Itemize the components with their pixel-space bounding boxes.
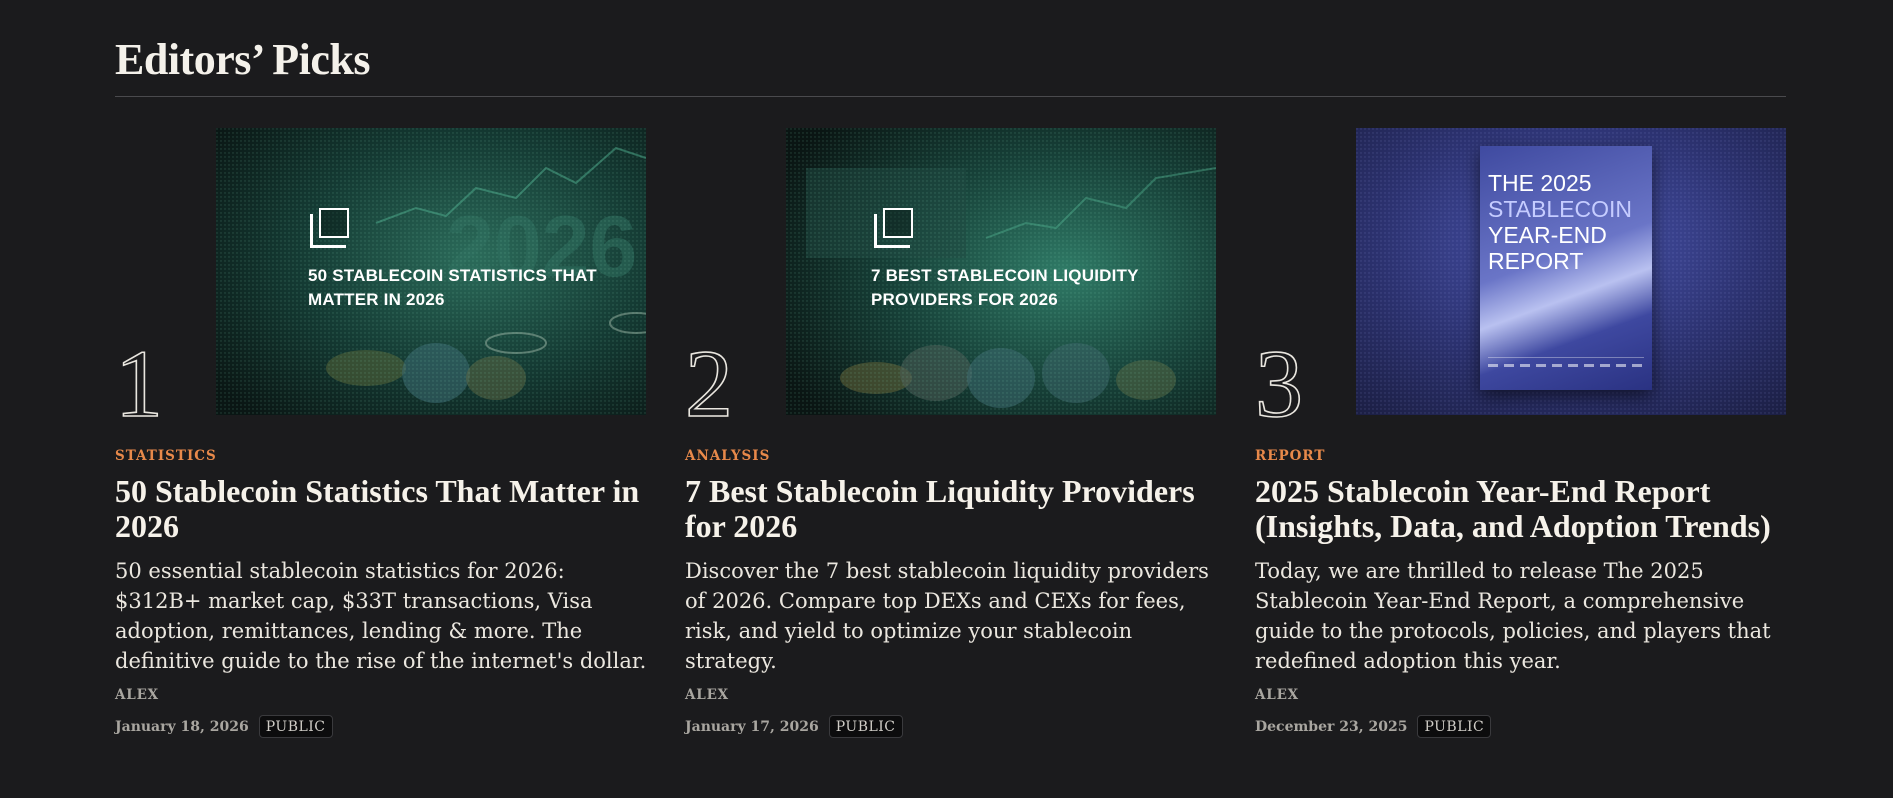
article-title-link[interactable]: 50 Stablecoin Statistics That Matter in … bbox=[115, 474, 655, 544]
thumbnail-caption: 50 STABLECOIN STATISTICS THAT MATTER IN … bbox=[308, 266, 597, 309]
article-meta: December 23, 2025 PUBLIC bbox=[1255, 715, 1492, 738]
rank-number: 3 bbox=[1254, 330, 1304, 437]
report-cover-title: THE 2025 STABLECOIN YEAR-END REPORT bbox=[1488, 170, 1632, 274]
thumbnail-caption: 7 BEST STABLECOIN LIQUIDITY PROVIDERS FO… bbox=[871, 266, 1139, 309]
visibility-badge: PUBLIC bbox=[828, 715, 903, 738]
publish-date: December 23, 2025 bbox=[1255, 718, 1408, 735]
brand-logo-icon bbox=[310, 208, 349, 248]
article-title-link[interactable]: 2025 Stablecoin Year-End Report (Insight… bbox=[1255, 474, 1795, 544]
partner-logos-strip bbox=[1488, 357, 1644, 380]
article-thumbnail[interactable]: 2026 50 STABLECOIN STATISTICS THAT MATTE… bbox=[216, 128, 646, 415]
publish-date: January 18, 2026 bbox=[115, 718, 249, 735]
author-name[interactable]: ALEX bbox=[1255, 687, 1299, 703]
brand-logo-icon bbox=[874, 208, 913, 248]
report-cover-image: THE 2025 STABLECOIN YEAR-END REPORT bbox=[1480, 146, 1652, 390]
article-meta: January 17, 2026 PUBLIC bbox=[685, 715, 903, 738]
article-card-3: 3 THE 2025 STABLECOIN YEAR-END REPORT RE… bbox=[1254, 128, 1795, 748]
article-card-1: 1 2026 bbox=[114, 128, 655, 748]
article-excerpt: 50 essential stablecoin statistics for 2… bbox=[115, 559, 647, 673]
category-label[interactable]: STATISTICS bbox=[115, 448, 217, 464]
article-excerpt: Today, we are thrilled to release The 20… bbox=[1255, 559, 1771, 673]
section-title: Editors’ Picks bbox=[115, 35, 370, 84]
rank-number: 2 bbox=[684, 330, 734, 437]
article-thumbnail[interactable]: THE 2025 STABLECOIN YEAR-END REPORT bbox=[1356, 128, 1786, 415]
category-label[interactable]: REPORT bbox=[1255, 448, 1325, 464]
article-thumbnail[interactable]: 7 BEST STABLECOIN LIQUIDITY PROVIDERS FO… bbox=[786, 128, 1216, 415]
article-meta: January 18, 2026 PUBLIC bbox=[115, 715, 333, 738]
author-name[interactable]: ALEX bbox=[115, 687, 159, 703]
author-name[interactable]: ALEX bbox=[685, 687, 729, 703]
visibility-badge: PUBLIC bbox=[1417, 715, 1492, 738]
article-title-link[interactable]: 7 Best Stablecoin Liquidity Providers fo… bbox=[685, 474, 1225, 544]
category-label[interactable]: ANALYSIS bbox=[685, 448, 770, 464]
rank-number: 1 bbox=[114, 330, 164, 437]
article-excerpt: Discover the 7 best stablecoin liquidity… bbox=[685, 559, 1209, 673]
visibility-badge: PUBLIC bbox=[258, 715, 333, 738]
publish-date: January 17, 2026 bbox=[685, 718, 819, 735]
article-card-2: 2 7 BEST STABLECOIN LIQUIDITY PROVIDERS … bbox=[684, 128, 1225, 748]
section-divider bbox=[115, 96, 1786, 97]
